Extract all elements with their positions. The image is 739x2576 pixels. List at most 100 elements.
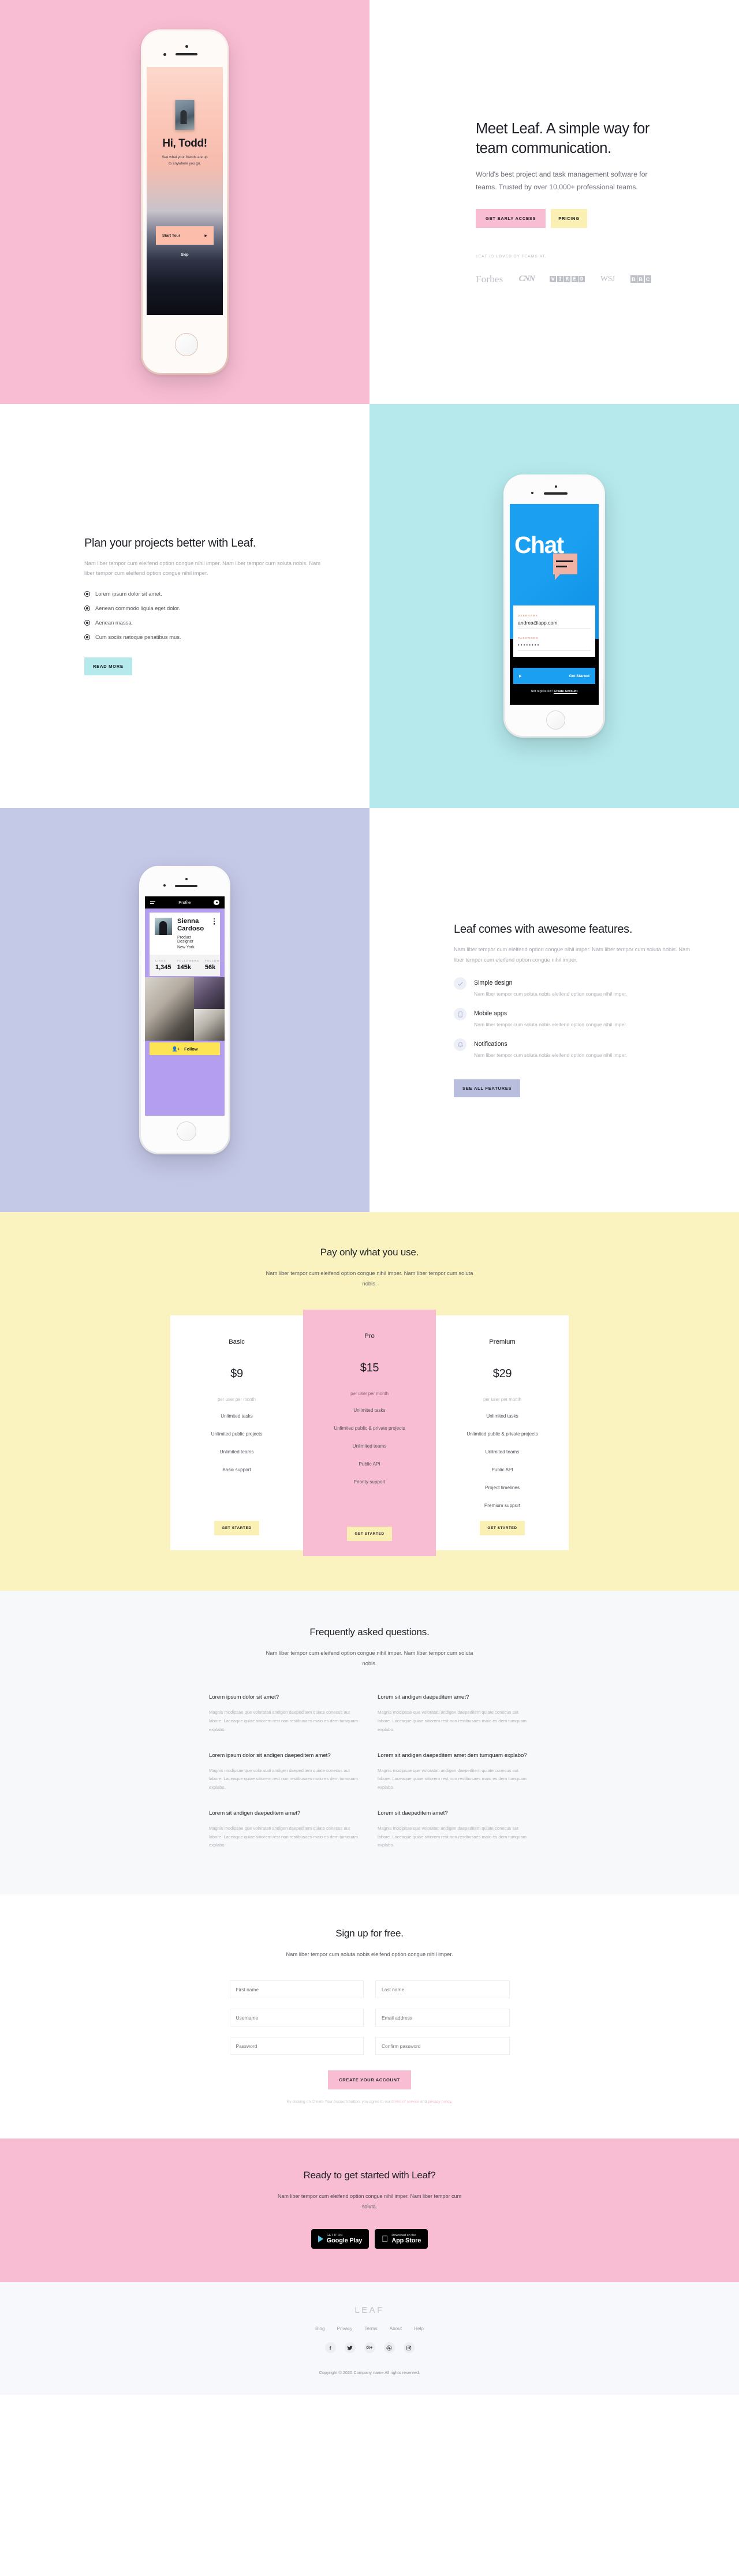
app-store-text: Download on the App Store xyxy=(391,2234,421,2244)
footer-link-terms[interactable]: Terms xyxy=(364,2326,377,2331)
camera-toggle-icon[interactable] xyxy=(214,899,219,906)
faq-item: Lorem sit andigen daepeditem amet? Magni… xyxy=(209,1809,361,1850)
username-input[interactable] xyxy=(229,2009,364,2027)
bullet-dot-icon xyxy=(84,590,90,597)
get-started-button[interactable]: GET STARTED xyxy=(214,1520,259,1535)
follow-button[interactable]: 👤+ Follow xyxy=(150,1042,220,1056)
plan-feature: Unlimited tasks xyxy=(486,1413,518,1419)
email-input[interactable] xyxy=(375,2009,510,2027)
feature-item-simple-design: Simple design Nam liber tempor cum solut… xyxy=(454,977,686,999)
google-play-button[interactable]: GET IT ON Google Play xyxy=(311,2229,370,2249)
phone-camera-icon xyxy=(555,485,558,488)
plan-subtitle: Nam liber tempor cum eleifend option con… xyxy=(84,559,321,576)
google-play-icon xyxy=(318,2235,323,2242)
confirm-password-input[interactable] xyxy=(375,2037,510,2055)
feature-description: Nam liber tempor cum soluta nobis eleife… xyxy=(474,1052,628,1058)
forbes-logo: Forbes xyxy=(476,273,503,285)
phone-home-button[interactable] xyxy=(177,1121,196,1141)
pricing-section: Pay only what you use. Nam liber tempor … xyxy=(0,1212,739,1591)
get-started-label: Get Started xyxy=(569,674,589,678)
stat-label: FOLLOWING xyxy=(204,959,225,963)
landing-page: Hi, Todd! See what your friends are up t… xyxy=(0,0,739,2395)
dribbble-icon[interactable] xyxy=(383,2342,395,2354)
start-tour-button[interactable]: Start Tour ▶ xyxy=(156,226,214,245)
phone-home-button[interactable] xyxy=(175,333,198,356)
password-input[interactable]: •••••••• xyxy=(518,642,591,651)
cnn-logo: CNN xyxy=(518,274,535,284)
feature-list: Simple design Nam liber tempor cum solut… xyxy=(454,977,686,1059)
pricing-button[interactable]: PRICING xyxy=(551,208,587,228)
list-item-label: Lorem ipsum dolor sit amet. xyxy=(95,590,162,597)
faq-item: Lorem sit andigen daepeditem amet dem tu… xyxy=(378,1752,530,1792)
plan-feature-list: Unlimited tasks Unlimited public project… xyxy=(178,1414,295,1485)
bell-icon xyxy=(454,1038,466,1051)
password-input[interactable] xyxy=(229,2037,364,2055)
kebab-menu-icon[interactable] xyxy=(213,918,215,949)
features-section: Profile Sienna Cardoso Product Designer … xyxy=(0,808,739,1212)
get-early-access-button[interactable]: GET EARLY ACCESS xyxy=(476,208,546,228)
create-account-button[interactable]: CREATE YOUR ACCOUNT xyxy=(328,2070,411,2090)
hero-title: Meet Leaf. A simple way for team communi… xyxy=(476,121,650,157)
facebook-icon[interactable]: f xyxy=(324,2342,336,2354)
footer-link-about[interactable]: About xyxy=(390,2326,402,2331)
list-item-label: Aenean massa. xyxy=(95,619,133,626)
plan-feature: Premium support xyxy=(484,1502,521,1508)
photo-thumbnail[interactable] xyxy=(145,977,195,1041)
google-play-large-label: Google Play xyxy=(326,2237,363,2244)
faq-subtitle: Nam liber tempor cum eleifend option con… xyxy=(266,1649,473,1666)
faq-question: Lorem sit andigen daepeditem amet dem tu… xyxy=(378,1752,527,1759)
read-more-button[interactable]: READ MORE xyxy=(84,657,132,676)
footer-link-privacy[interactable]: Privacy xyxy=(337,2326,353,2331)
photo-thumbnail[interactable] xyxy=(194,1009,225,1041)
stat-value: 145k xyxy=(177,964,192,971)
skip-link[interactable]: Skip xyxy=(147,253,223,257)
google-plus-icon[interactable]: G+ xyxy=(364,2342,375,2354)
plan-feature-list: Unlimited tasks Unlimited public & priva… xyxy=(311,1408,428,1497)
chat-phone-panel: Chat USERNAME andrea@app.com PASSWORD ••… xyxy=(370,404,739,808)
list-item: Lorem ipsum dolor sit amet. xyxy=(84,590,316,597)
profile-phone-panel: Profile Sienna Cardoso Product Designer … xyxy=(0,808,370,1212)
phone-home-button[interactable] xyxy=(546,711,565,730)
username-input[interactable]: andrea@app.com xyxy=(518,620,591,629)
get-started-button[interactable]: GET STARTED xyxy=(347,1526,392,1541)
plan-feature: Unlimited teams xyxy=(219,1449,254,1455)
first-name-input[interactable] xyxy=(229,1980,364,1999)
plan-section: Plan your projects better with Leaf. Nam… xyxy=(0,404,739,808)
profile-location: New York xyxy=(177,945,195,950)
get-started-bar[interactable]: ▶ Get Started xyxy=(513,668,595,684)
plan-card-pro: Pro $15 per user per month Unlimited tas… xyxy=(303,1309,436,1556)
photo-thumbnail[interactable] xyxy=(194,977,225,1010)
get-started-button[interactable]: GET STARTED xyxy=(480,1520,525,1535)
plan-name: Pro xyxy=(364,1332,375,1340)
feature-text-block: Simple design Nam liber tempor cum solut… xyxy=(474,977,627,999)
hero-copy-panel: Meet Leaf. A simple way for team communi… xyxy=(370,0,739,404)
instagram-icon[interactable] xyxy=(403,2342,415,2354)
app-store-button[interactable]:  Download on the App Store xyxy=(375,2229,428,2249)
phone-body: Chat USERNAME andrea@app.com PASSWORD ••… xyxy=(505,476,603,736)
footer-link-help[interactable]: Help xyxy=(414,2326,424,2331)
create-account-link[interactable]: Create Account xyxy=(554,690,578,694)
last-name-input[interactable] xyxy=(375,1980,510,1999)
stat-following: FOLLOWING 56k xyxy=(199,959,225,971)
twitter-icon[interactable] xyxy=(344,2342,356,2354)
profile-screen: Profile Sienna Cardoso Product Designer … xyxy=(145,896,225,1116)
site-footer: LEAF Blog Privacy Terms About Help f G+ … xyxy=(0,2282,739,2395)
hero-greeting: Hi, Todd! xyxy=(162,137,207,149)
google-play-text: GET IT ON Google Play xyxy=(326,2234,363,2244)
stat-label: FOLLOWERS xyxy=(177,959,199,963)
phone-body: Hi, Todd! See what your friends are up t… xyxy=(143,31,227,373)
phone-speaker xyxy=(175,885,197,887)
plan-card-premium: Premium $29 per user per month Unlimited… xyxy=(436,1315,569,1550)
footer-link-blog[interactable]: Blog xyxy=(315,2326,324,2331)
privacy-policy-link[interactable]: privacy policy xyxy=(428,2100,451,2104)
loved-by-label: LEAF IS LOVED BY TEAMS AT. xyxy=(476,254,547,259)
see-all-features-button[interactable]: SEE ALL FEATURES xyxy=(454,1079,521,1097)
plan-feature: Priority support xyxy=(353,1479,386,1485)
features-title: Leaf comes with awesome features. xyxy=(454,923,633,936)
plan-feature: Basic support xyxy=(222,1467,251,1472)
wsj-logo: WSJ xyxy=(600,274,615,283)
bullet-dot-icon xyxy=(84,634,90,640)
hamburger-menu-icon[interactable] xyxy=(150,900,155,904)
terms-of-service-link[interactable]: terms of service xyxy=(391,2100,419,2104)
feature-heading: Simple design xyxy=(474,979,513,987)
